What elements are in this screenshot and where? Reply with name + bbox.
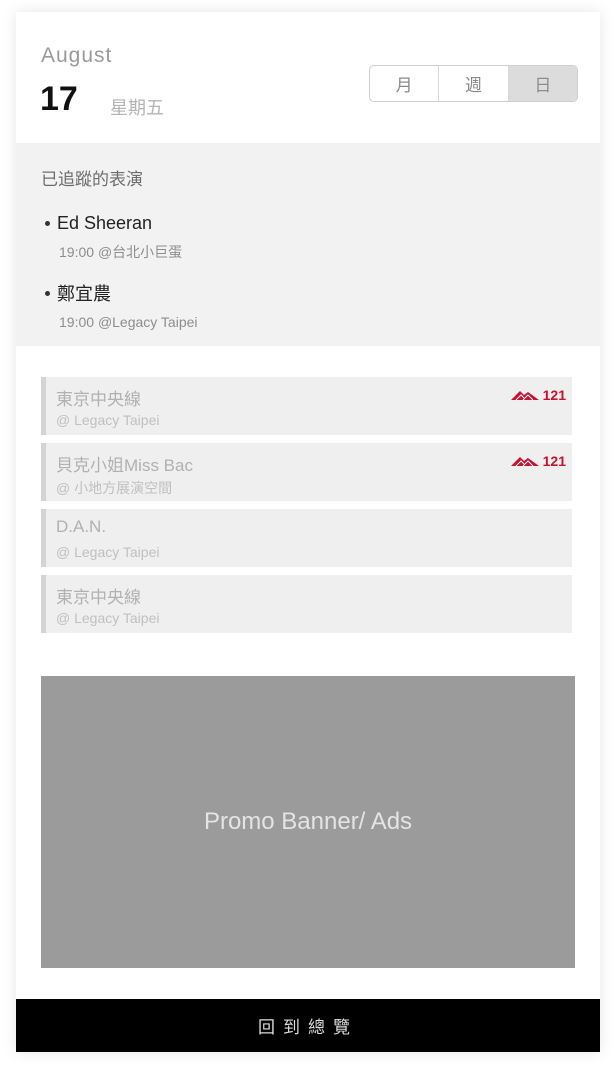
tracked-show-time: 19:00 (59, 314, 95, 330)
tracked-show-venue: @Legacy Taipei (97, 314, 198, 330)
back-to-overview-button[interactable]: 回到總覽 (16, 999, 600, 1052)
mountain-icon (510, 391, 539, 400)
tracked-show-meta: 19:00 @台北小巨蛋 (45, 242, 182, 262)
tracked-show-name: Ed Sheeran (57, 213, 153, 233)
day-number: 17 (40, 80, 78, 118)
view-toggle: 月 週 日 (369, 65, 578, 102)
hot-count: 121 (542, 453, 566, 469)
hot-count: 121 (542, 387, 566, 403)
event-card[interactable]: 貝克小姐Miss Bac @ 小地方展演空間 121 (41, 443, 572, 501)
bullet-icon (45, 290, 50, 296)
tracked-show-meta: 19:00 @Legacy Taipei (45, 314, 198, 330)
tracked-show-name: 鄭宜農 (57, 284, 111, 304)
tracked-show-name-row: Ed Sheeran (45, 213, 182, 234)
tracked-show-name-row: 鄭宜農 (45, 280, 198, 306)
event-venue: @ 小地方展演空間 (56, 480, 173, 496)
event-title: 東京中央線 (56, 390, 141, 409)
date-header: August 17 星期五 月 週 日 (16, 12, 600, 143)
hot-badge: 121 (510, 387, 566, 403)
event-card[interactable]: D.A.N. @ Legacy Taipei (41, 509, 572, 567)
promo-banner-label: Promo Banner/ Ads (203, 808, 413, 835)
event-title: 貝克小姐Miss Bac (56, 456, 193, 475)
month-label: August (41, 44, 113, 67)
app-frame: August 17 星期五 月 週 日 已追蹤的表演 Ed Sheeran 19… (16, 12, 600, 1052)
tracked-show-item[interactable]: 鄭宜農 19:00 @Legacy Taipei (45, 280, 198, 330)
tracked-show-item[interactable]: Ed Sheeran 19:00 @台北小巨蛋 (45, 213, 182, 262)
event-title: D.A.N. (56, 517, 107, 536)
view-week-button[interactable]: 週 (438, 66, 507, 101)
mountain-icon (510, 457, 539, 466)
event-card[interactable]: 東京中央線 @ Legacy Taipei (41, 575, 572, 633)
back-to-overview-label: 回到總覽 (258, 1018, 358, 1037)
event-venue: @ Legacy Taipei (56, 412, 160, 428)
weekday-label: 星期五 (110, 98, 164, 118)
event-card[interactable]: 東京中央線 @ Legacy Taipei 121 (41, 377, 572, 435)
view-month-button[interactable]: 月 (370, 66, 438, 101)
tracked-shows-section: 已追蹤的表演 Ed Sheeran 19:00 @台北小巨蛋 鄭宜農 19:00… (16, 143, 600, 346)
event-venue: @ Legacy Taipei (56, 544, 160, 560)
tracked-shows-title: 已追蹤的表演 (41, 170, 143, 189)
view-day-button[interactable]: 日 (507, 66, 577, 101)
promo-banner[interactable]: Promo Banner/ Ads (41, 676, 575, 968)
tracked-show-venue: @台北小巨蛋 (97, 244, 183, 260)
event-title: 東京中央線 (56, 588, 141, 607)
event-list: 東京中央線 @ Legacy Taipei 121 貝克小姐Miss Bac @… (41, 377, 572, 641)
bullet-icon (45, 221, 50, 226)
tracked-show-time: 19:00 (59, 244, 95, 260)
hot-badge: 121 (510, 453, 566, 469)
event-venue: @ Legacy Taipei (56, 610, 160, 626)
